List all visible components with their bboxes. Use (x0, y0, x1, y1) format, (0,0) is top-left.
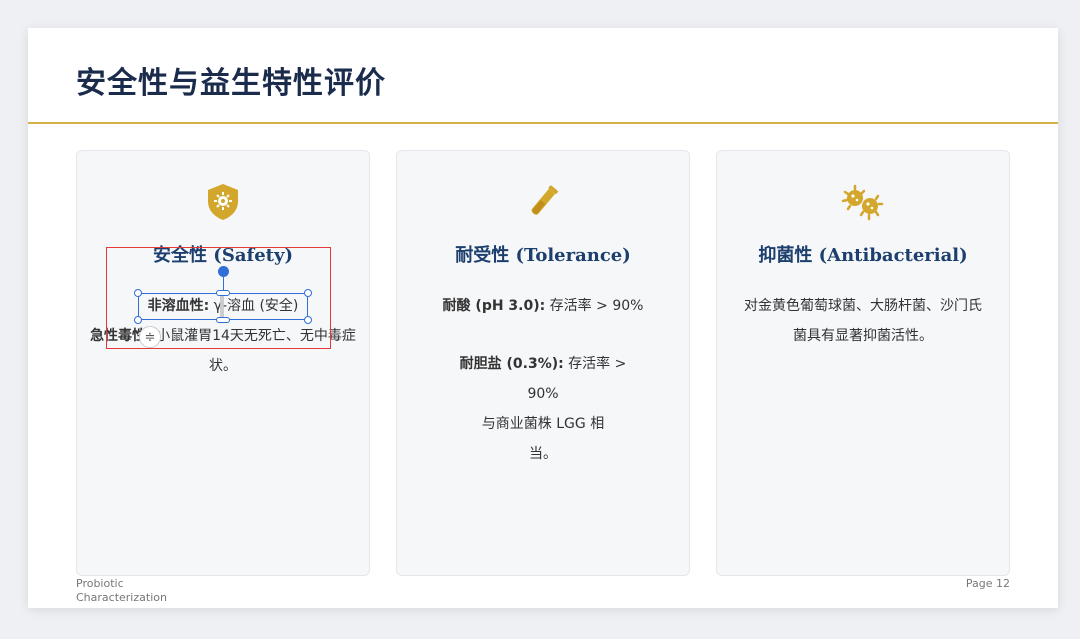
resize-handle-top-right[interactable] (304, 289, 312, 297)
bacteria-icon (717, 179, 1009, 225)
resize-handle-bottom-right[interactable] (304, 316, 312, 324)
line-spacing-icon[interactable]: ≑ (139, 326, 161, 348)
text-cursor (220, 296, 224, 318)
resize-handle-top-left[interactable] (134, 289, 142, 297)
resize-handle-top[interactable] (216, 290, 230, 296)
acid-text: 存活率 > 90% (545, 298, 644, 314)
test-tube-icon (397, 179, 689, 225)
title-divider (28, 122, 1058, 124)
rotate-handle[interactable] (218, 266, 229, 277)
comparison-paragraph[interactable]: 与商业菌株 LGG 相当。 (419, 409, 667, 469)
resize-handle-bottom[interactable] (216, 317, 230, 323)
resize-handle-bottom-left[interactable] (134, 316, 142, 324)
page-number: Page 12 (965, 577, 1010, 590)
card-title[interactable]: 耐受性 (Tolerance) (397, 241, 689, 267)
footer-label-line1: Probiotic (76, 577, 124, 590)
bile-paragraph[interactable]: 耐胆盐 (0.3%): 存活率 > 90% (419, 349, 667, 409)
antibacterial-paragraph[interactable]: 对金黄色葡萄球菌、大肠杆菌、沙门氏菌具有显著抑菌活性。 (739, 291, 987, 351)
shield-virus-icon (77, 179, 369, 225)
acid-paragraph[interactable]: 耐酸 (pH 3.0): 存活率 > 90% (419, 291, 667, 321)
slide-title[interactable]: 安全性与益生特性评价 (76, 58, 386, 102)
card-title[interactable]: 抑菌性 (Antibacterial) (717, 241, 1009, 267)
card-body[interactable]: 耐酸 (pH 3.0): 存活率 > 90% 耐胆盐 (0.3%): 存活率 >… (419, 291, 667, 469)
footer-label-line2: Characterization (76, 591, 167, 604)
acid-label: 耐酸 (pH 3.0): (442, 298, 546, 314)
card-body[interactable]: 对金黄色葡萄球菌、大肠杆菌、沙门氏菌具有显著抑菌活性。 (739, 291, 987, 351)
card-antibacterial: 抑菌性 (Antibacterial) 对金黄色葡萄球菌、大肠杆菌、沙门氏菌具有… (716, 150, 1010, 576)
card-safety: 安全性 (Safety) 非溶血性: γ-溶血 (安全) 急性毒性: 小鼠灌胃1… (76, 150, 370, 576)
footer-label: Probiotic Characterization (76, 577, 167, 605)
bile-label: 耐胆盐 (0.3%): (459, 356, 564, 372)
card-tolerance: 耐受性 (Tolerance) 耐酸 (pH 3.0): 存活率 > 90% 耐… (396, 150, 690, 576)
